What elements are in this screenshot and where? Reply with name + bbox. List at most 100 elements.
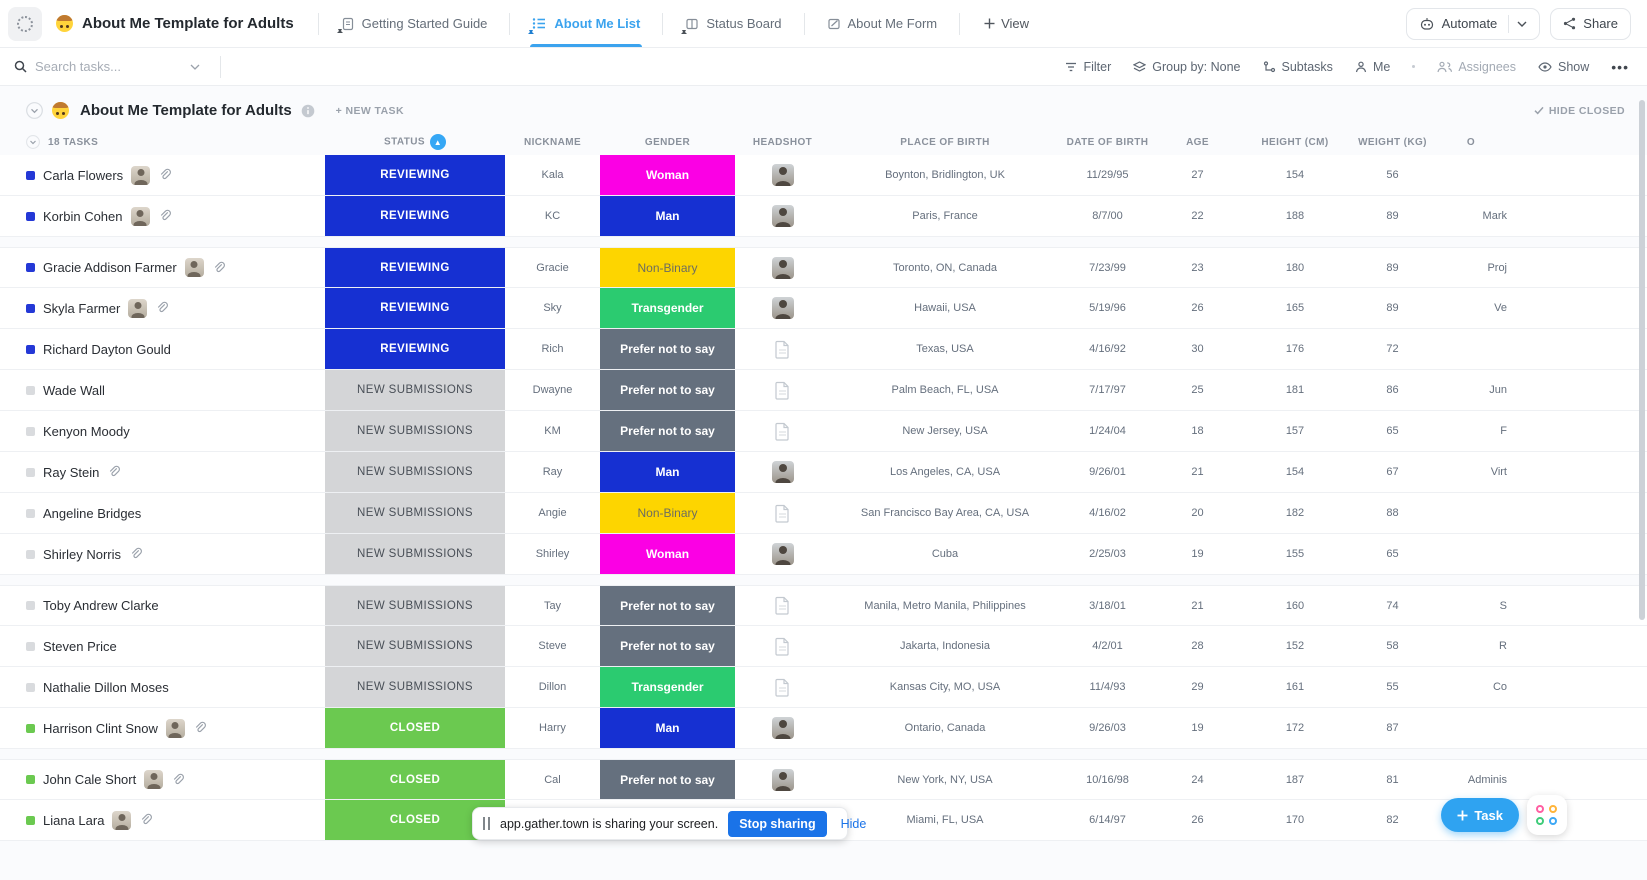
status-badge[interactable]: NEW SUBMISSIONS [325,626,505,666]
cell-age[interactable]: 26 [1155,288,1240,328]
cell-weight[interactable]: 87 [1350,708,1435,748]
cell-weight[interactable]: 88 [1350,493,1435,533]
headshot-photo[interactable] [771,205,794,227]
status-badge[interactable]: NEW SUBMISSIONS [325,586,505,625]
column-header-height[interactable]: HEIGHT (CM) [1240,137,1350,148]
info-icon[interactable] [301,104,315,118]
status-badge[interactable]: CLOSED [325,760,505,799]
task-row[interactable]: Carla Flowers REVIEWING Kala Woman Boynton, … [0,155,1647,196]
task-status-square-icon[interactable] [26,508,35,518]
gender-badge[interactable]: Woman [600,534,735,574]
cell-weight[interactable]: 74 [1350,586,1435,625]
cell-occupation[interactable]: F [1435,411,1595,451]
cell-date-of-birth[interactable]: 11/4/93 [1060,667,1155,707]
cell-age[interactable]: 22 [1155,196,1240,236]
headshot-file-placeholder[interactable] [774,340,791,359]
column-header-age[interactable]: AGE [1155,137,1240,148]
status-badge[interactable]: REVIEWING [325,288,505,328]
status-badge[interactable]: NEW SUBMISSIONS [325,452,505,492]
task-row[interactable]: Steven Price NEW SUBMISSIONS Steve Prefer n… [0,626,1647,667]
task-name[interactable]: Toby Andrew Clarke [43,598,159,613]
headshot-photo[interactable] [771,717,794,739]
cell-occupation[interactable]: Mark [1435,196,1595,236]
cell-date-of-birth[interactable]: 5/19/96 [1060,288,1155,328]
tab-about-me-list[interactable]: About Me List [520,1,652,47]
stop-sharing-button[interactable]: Stop sharing [728,810,827,837]
gender-badge[interactable]: Prefer not to say [600,626,735,666]
cell-height[interactable]: 157 [1240,411,1350,451]
collapse-group-icon[interactable] [26,135,40,149]
cell-weight[interactable]: 65 [1350,411,1435,451]
task-name[interactable]: Nathalie Dillon Moses [43,680,169,695]
gender-badge[interactable]: Prefer not to say [600,329,735,369]
cell-weight[interactable]: 89 [1350,248,1435,287]
cell-age[interactable]: 19 [1155,708,1240,748]
automate-dropdown[interactable] [1508,14,1527,33]
cell-height[interactable]: 180 [1240,248,1350,287]
filter-button[interactable]: Filter [1065,60,1111,74]
headshot-file-placeholder[interactable] [774,637,791,656]
task-row[interactable]: Korbin Cohen REVIEWING KC Man Paris, France 8… [0,196,1647,237]
task-name[interactable]: John Cale Short [43,772,136,787]
column-header-status[interactable]: STATUS ▲ [325,134,505,150]
cell-place-of-birth[interactable]: Manila, Metro Manila, Philippines [830,586,1060,625]
cell-place-of-birth[interactable]: Palm Beach, FL, USA [830,370,1060,410]
cell-occupation[interactable]: Adminis [1435,760,1595,799]
cell-nickname[interactable]: Shirley [505,534,600,574]
show-button[interactable]: Show [1538,60,1589,74]
cell-place-of-birth[interactable]: Boynton, Bridlington, UK [830,155,1060,195]
cell-weight[interactable]: 56 [1350,155,1435,195]
column-header-date-of-birth[interactable]: DATE OF BIRTH [1060,137,1155,148]
task-name[interactable]: Liana Lara [43,813,104,828]
cell-weight[interactable]: 89 [1350,288,1435,328]
cell-height[interactable]: 152 [1240,626,1350,666]
task-name[interactable]: Shirley Norris [43,547,121,562]
subtasks-button[interactable]: Subtasks [1263,60,1333,74]
cell-date-of-birth[interactable]: 9/26/01 [1060,452,1155,492]
hide-notification-link[interactable]: Hide [837,817,871,831]
cell-height[interactable]: 181 [1240,370,1350,410]
task-name[interactable]: Richard Dayton Gould [43,342,171,357]
task-row[interactable]: Shirley Norris NEW SUBMISSIONS Shirley Woma… [0,534,1647,575]
paperclip-icon[interactable] [158,168,172,182]
task-row[interactable]: Harrison Clint Snow CLOSED Harry Man Ontario… [0,708,1647,749]
chevron-down-icon[interactable] [190,64,200,70]
hide-closed-button[interactable]: HIDE CLOSED [1534,105,1625,117]
cell-nickname[interactable]: Harry [505,708,600,748]
cell-place-of-birth[interactable]: Ontario, Canada [830,708,1060,748]
cell-weight[interactable]: 55 [1350,667,1435,707]
cell-date-of-birth[interactable]: 2/25/03 [1060,534,1155,574]
cell-place-of-birth[interactable]: New Jersey, USA [830,411,1060,451]
cell-occupation[interactable]: Co [1435,667,1595,707]
cell-height[interactable]: 170 [1240,800,1350,840]
cell-nickname[interactable]: Dwayne [505,370,600,410]
gender-badge[interactable]: Prefer not to say [600,411,735,451]
cell-date-of-birth[interactable]: 4/2/01 [1060,626,1155,666]
cell-occupation[interactable] [1435,329,1595,369]
paperclip-icon[interactable] [193,721,207,735]
cell-height[interactable]: 187 [1240,760,1350,799]
paperclip-icon[interactable] [129,547,143,561]
column-header-weight[interactable]: WEIGHT (KG) [1350,137,1435,148]
cell-occupation[interactable]: Virt [1435,452,1595,492]
cell-nickname[interactable]: Ray [505,452,600,492]
cell-height[interactable]: 172 [1240,708,1350,748]
cell-height[interactable]: 155 [1240,534,1350,574]
status-badge[interactable]: REVIEWING [325,248,505,287]
cell-nickname[interactable]: Sky [505,288,600,328]
cell-weight[interactable]: 67 [1350,452,1435,492]
cell-weight[interactable]: 89 [1350,196,1435,236]
cell-date-of-birth[interactable]: 8/7/00 [1060,196,1155,236]
headshot-photo[interactable] [771,164,794,186]
cell-occupation[interactable]: R [1435,626,1595,666]
headshot-file-placeholder[interactable] [774,381,791,400]
cell-place-of-birth[interactable]: Cuba [830,534,1060,574]
cell-weight[interactable]: 81 [1350,760,1435,799]
status-badge[interactable]: CLOSED [325,708,505,748]
task-status-square-icon[interactable] [26,775,35,784]
task-status-square-icon[interactable] [26,263,35,272]
search-input[interactable]: Search tasks... [0,59,210,74]
new-task-button[interactable]: + NEW TASK [336,105,404,117]
task-row[interactable]: John Cale Short CLOSED Cal Prefer not to sa… [0,759,1647,800]
cell-occupation[interactable]: S [1435,586,1595,625]
